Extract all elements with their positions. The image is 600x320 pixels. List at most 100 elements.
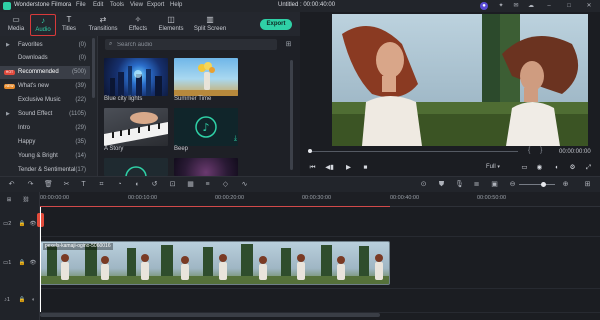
- audio-adjust-icon[interactable]: ≡: [203, 180, 212, 189]
- lock-icon[interactable]: 🔒: [18, 296, 26, 304]
- render-icon[interactable]: ⊙: [419, 180, 428, 189]
- video-track-2[interactable]: [40, 207, 600, 237]
- sidebar-item-sound-effect[interactable]: ▶ Sound Effect (1105): [0, 108, 90, 121]
- mark-in-icon[interactable]: {: [528, 147, 530, 154]
- mail-icon[interactable]: ✉: [512, 2, 520, 10]
- scrubber-knob[interactable]: [308, 149, 312, 153]
- cloud-download-icon[interactable]: ☁: [527, 2, 535, 10]
- microphone-icon[interactable]: 🎙: [455, 180, 464, 189]
- mark-out-icon[interactable]: }: [540, 147, 542, 154]
- snapshot-icon[interactable]: ▣: [490, 180, 499, 189]
- minimize-icon[interactable]: –: [545, 2, 553, 10]
- preview-scrubber[interactable]: [308, 149, 558, 153]
- tab-elements[interactable]: ◫ Elements: [156, 14, 186, 36]
- menu-tools[interactable]: Tools: [110, 2, 124, 8]
- sidebar-item-favorites[interactable]: ▶ Favorites (0): [0, 39, 90, 52]
- sidebar-item-happy[interactable]: Happy (35): [0, 136, 90, 149]
- render-preview-icon[interactable]: ▭: [520, 163, 529, 172]
- tab-titles[interactable]: T Titles: [56, 14, 82, 36]
- music-note-placeholder-icon: ♪: [195, 116, 217, 138]
- eye-icon[interactable]: 👁: [29, 220, 37, 228]
- play-icon[interactable]: ▶: [344, 163, 353, 172]
- maximize-icon[interactable]: □: [565, 2, 573, 10]
- tab-effects[interactable]: ✧ Effects: [125, 14, 151, 36]
- audio-card-beep[interactable]: ♪ ⤓ Beep: [174, 108, 238, 154]
- grid-view-icon[interactable]: ⊞: [284, 40, 293, 49]
- zoom-slider[interactable]: [519, 182, 555, 187]
- export-button[interactable]: Export: [260, 19, 292, 30]
- audio-card-6[interactable]: [174, 158, 238, 176]
- tab-audio[interactable]: ♪ Audio: [30, 14, 56, 36]
- sidebar-scrollbar[interactable]: [92, 38, 95, 98]
- shield-icon[interactable]: ⛊: [437, 180, 446, 189]
- stop-icon[interactable]: ■: [361, 163, 370, 172]
- audio-track-1[interactable]: [40, 289, 600, 313]
- lightbulb-icon[interactable]: ✦: [497, 2, 505, 10]
- tab-split-screen[interactable]: ▥ Split Screen: [193, 14, 227, 36]
- menu-view[interactable]: View: [130, 2, 143, 8]
- zoom-out-icon[interactable]: ⊖: [508, 180, 517, 189]
- add-track-icon[interactable]: ⊞: [5, 196, 13, 204]
- fit-timeline-icon[interactable]: ⊞: [583, 180, 592, 189]
- sidebar-item-whats-new[interactable]: NEW What's new (39): [0, 80, 90, 93]
- audio-card-5[interactable]: [104, 158, 168, 176]
- step-back-icon[interactable]: ⏮: [308, 163, 317, 172]
- undo-icon[interactable]: ↶: [7, 180, 16, 189]
- snapshot-icon[interactable]: ◉: [535, 163, 544, 172]
- audio-browser: [98, 36, 300, 176]
- color-icon[interactable]: ◐: [133, 180, 142, 189]
- speaker-icon[interactable]: ◖: [29, 296, 37, 304]
- quality-dropdown[interactable]: Full ▾: [486, 163, 506, 172]
- sidebar-item-young-bright[interactable]: Young & Bright (14): [0, 150, 90, 163]
- tab-media[interactable]: ▭ Media: [3, 14, 29, 36]
- close-icon[interactable]: ✕: [585, 2, 593, 10]
- fit-screen-icon[interactable]: ⊡: [168, 180, 177, 189]
- settings-icon[interactable]: ⚙: [568, 163, 577, 172]
- sidebar-item-downloads[interactable]: Downloads (0): [0, 52, 90, 65]
- green-screen-icon[interactable]: ▦: [186, 180, 195, 189]
- link-icon[interactable]: ⛓: [22, 196, 30, 204]
- video-clip[interactable]: pexels-kamaji-ogino-5060016: [40, 241, 390, 285]
- browser-scrollbar[interactable]: [290, 60, 293, 170]
- menu-export[interactable]: Export: [147, 2, 164, 8]
- crop-icon[interactable]: ⌗: [97, 180, 106, 189]
- timeline-scrollbar[interactable]: [40, 313, 380, 317]
- ruler-label: 00:00:40:00: [390, 195, 420, 201]
- reverse-icon[interactable]: ↺: [150, 180, 159, 189]
- audio-card-summer-time[interactable]: Summer Time: [174, 58, 238, 104]
- audio-card-a-story[interactable]: A Story: [104, 108, 168, 154]
- menu-edit[interactable]: Edit: [93, 2, 103, 8]
- sidebar-item-recommended[interactable]: HOT Recommended (500): [0, 66, 90, 79]
- audio-card-blue-city-lights[interactable]: Blue city lights: [104, 58, 168, 104]
- video-preview[interactable]: [332, 14, 588, 146]
- previous-frame-icon[interactable]: ◀▮: [325, 163, 334, 172]
- sidebar-item-exclusive-music[interactable]: Exclusive Music (22): [0, 94, 90, 107]
- ruler-label: 00:00:50:00: [477, 195, 507, 201]
- menu-file[interactable]: File: [76, 2, 86, 8]
- speed-icon[interactable]: ◔: [115, 180, 124, 189]
- cut-icon[interactable]: ✂: [62, 180, 71, 189]
- tab-transitions[interactable]: ⇄ Transitions: [88, 14, 118, 36]
- text-icon[interactable]: T: [79, 180, 88, 189]
- sidebar-item-label: Exclusive Music: [18, 97, 61, 103]
- redo-icon[interactable]: ↷: [26, 180, 35, 189]
- search-input[interactable]: [117, 39, 267, 50]
- playhead-line[interactable]: [40, 207, 41, 312]
- music-note-placeholder-icon: [125, 166, 147, 176]
- fullscreen-icon[interactable]: ⤢: [584, 163, 593, 172]
- lock-icon[interactable]: 🔒: [18, 220, 26, 228]
- account-avatar-icon[interactable]: ●: [480, 2, 488, 10]
- download-icon[interactable]: ⤓: [234, 135, 237, 143]
- voiceover-icon[interactable]: ≣: [472, 180, 481, 189]
- delete-icon[interactable]: 🗑: [44, 180, 53, 189]
- eye-icon[interactable]: 👁: [29, 259, 37, 267]
- zoom-in-icon[interactable]: ⊕: [561, 180, 570, 189]
- volume-icon[interactable]: ◖: [552, 163, 561, 172]
- lock-icon[interactable]: 🔒: [18, 259, 26, 267]
- audio-wave-icon[interactable]: ∿: [240, 180, 249, 189]
- zoom-slider-knob[interactable]: [541, 182, 546, 187]
- menu-help[interactable]: Help: [170, 2, 182, 8]
- keyframe-icon[interactable]: ◇: [221, 180, 230, 189]
- search-box[interactable]: ⌕: [105, 39, 277, 50]
- sidebar-item-intro[interactable]: Intro (29): [0, 122, 90, 135]
